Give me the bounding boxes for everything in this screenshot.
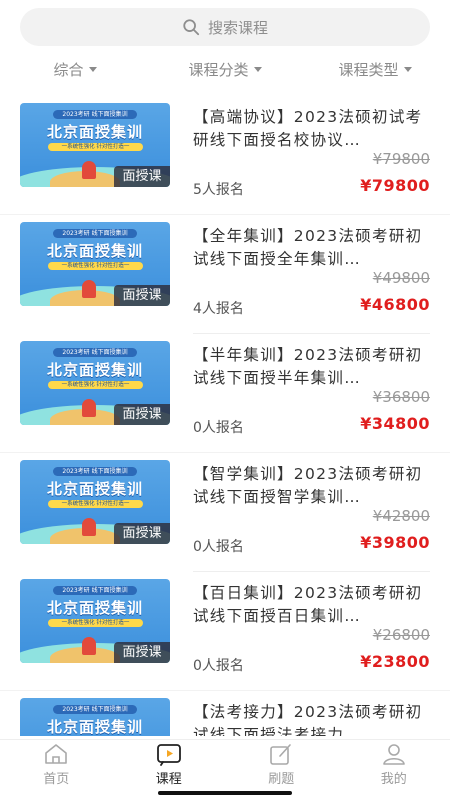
course-list: 2023考研 线下面授集训 北京面授集训 一系统性强化 针对性打造一 面授课 【… <box>0 96 450 736</box>
thumbnail-banner: 2023考研 线下面授集训 <box>53 229 137 238</box>
thumbnail-slogan: 一系统性强化 针对性打造一 <box>48 619 143 627</box>
thumbnail-headline: 北京面授集训 <box>46 123 143 141</box>
filter-comprehensive[interactable]: 综合 <box>0 54 150 84</box>
original-price: ¥36800 <box>372 388 430 406</box>
current-price: ¥23800 <box>360 652 430 671</box>
tab-label: 首页 <box>43 772 70 787</box>
course-title: 【百日集训】2023法硕考研初试线下面授百日集训… <box>193 584 423 625</box>
current-price: ¥46800 <box>360 295 430 314</box>
filter-label: 课程类型 <box>338 60 399 79</box>
thumbnail-banner: 2023考研 线下面授集训 <box>53 348 137 357</box>
thumbnail-headline: 北京面授集训 <box>46 480 143 498</box>
status-bar <box>0 0 450 8</box>
course-type-tag: 面授课 <box>114 523 170 544</box>
course-item[interactable]: 2023考研 线下面授集训 北京面授集训 一系统性强化 针对性打造一 面授课 【… <box>0 691 450 736</box>
course-icon <box>156 744 181 766</box>
search-placeholder: 搜索课程 <box>207 18 268 37</box>
original-price: ¥79800 <box>372 150 430 168</box>
course-thumbnail: 2023考研 线下面授集训 北京面授集训 一系统性强化 针对性打造一 面授课 <box>20 579 170 663</box>
course-thumbnail: 2023考研 线下面授集训 北京面授集训 一系统性强化 针对性打造一 面授课 <box>20 341 170 425</box>
home-indicator <box>158 791 292 795</box>
thumbnail-banner: 2023考研 线下面授集训 <box>53 586 137 595</box>
profile-icon <box>382 744 405 765</box>
enrolled-count: 0人报名 <box>193 420 244 436</box>
thumbnail-slogan: 一系统性强化 针对性打造一 <box>48 381 143 389</box>
course-item[interactable]: 2023考研 线下面授集训 北京面授集训 一系统性强化 针对性打造一 面授课 【… <box>0 572 450 691</box>
course-title: 【半年集训】2023法硕考研初试线下面授半年集训… <box>193 346 423 387</box>
thumbnail-slogan: 一系统性强化 针对性打造一 <box>48 143 143 151</box>
course-type-tag: 面授课 <box>114 404 170 425</box>
course-thumbnail: 2023考研 线下面授集训 北京面授集训 一系统性强化 针对性打造一 面授课 <box>20 222 170 306</box>
tab-home[interactable]: 首页 <box>0 740 113 800</box>
thumbnail-headline: 北京面授集训 <box>46 361 143 379</box>
thumbnail-slogan: 一系统性强化 针对性打造一 <box>48 500 143 508</box>
thumbnail-figure <box>82 399 96 417</box>
thumbnail-figure <box>82 518 96 536</box>
course-type-tag: 面授课 <box>114 166 170 187</box>
thumbnail-headline: 北京面授集训 <box>46 718 143 736</box>
caret-down-icon <box>403 66 412 72</box>
tab-label: 我的 <box>380 772 407 787</box>
course-title: 【高端协议】2023法硕初试考研线下面授名校协议… <box>193 108 423 149</box>
enrolled-count: 0人报名 <box>193 658 244 674</box>
course-title: 【全年集训】2023法硕考研初试线下面授全年集训… <box>193 227 423 268</box>
filter-course-category[interactable]: 课程分类 <box>150 54 300 84</box>
course-type-tag: 面授课 <box>114 285 170 306</box>
thumbnail-banner: 2023考研 线下面授集训 <box>53 467 137 476</box>
current-price: ¥34800 <box>360 414 430 433</box>
thumbnail-banner: 2023考研 线下面授集训 <box>53 705 137 714</box>
filter-course-type[interactable]: 课程类型 <box>300 54 450 84</box>
course-type-tag: 面授课 <box>114 642 170 663</box>
tab-label: 课程 <box>155 772 182 787</box>
current-price: ¥79800 <box>360 176 430 195</box>
thumbnail-figure <box>82 280 96 298</box>
tab-profile[interactable]: 我的 <box>338 740 450 800</box>
enrolled-count: 4人报名 <box>193 301 244 317</box>
course-thumbnail: 2023考研 线下面授集训 北京面授集训 一系统性强化 针对性打造一 面授课 <box>20 103 170 187</box>
filter-label: 综合 <box>53 60 84 79</box>
tab-label: 刷题 <box>268 772 295 787</box>
original-price: ¥26800 <box>372 626 430 644</box>
thumbnail-banner: 2023考研 线下面授集训 <box>53 110 137 119</box>
filter-label: 课程分类 <box>188 60 249 79</box>
thumbnail-figure <box>82 637 96 655</box>
edit-icon <box>270 744 292 765</box>
enrolled-count: 5人报名 <box>193 182 244 198</box>
filter-bar: 综合 课程分类 课程类型 <box>0 54 450 84</box>
original-price: ¥42800 <box>372 507 430 525</box>
course-title: 【法考接力】2023法硕考研初试线下面授法考接力… <box>193 703 423 736</box>
course-item[interactable]: 2023考研 线下面授集训 北京面授集训 一系统性强化 针对性打造一 面授课 【… <box>0 215 450 334</box>
search-icon <box>183 19 200 36</box>
thumbnail-slogan: 一系统性强化 针对性打造一 <box>48 262 143 270</box>
caret-down-icon <box>88 66 97 72</box>
course-item[interactable]: 2023考研 线下面授集训 北京面授集训 一系统性强化 针对性打造一 面授课 【… <box>0 96 450 215</box>
thumbnail-headline: 北京面授集训 <box>46 242 143 260</box>
original-price: ¥49800 <box>372 269 430 287</box>
course-item[interactable]: 2023考研 线下面授集训 北京面授集训 一系统性强化 针对性打造一 面授课 【… <box>0 334 450 453</box>
thumbnail-figure <box>82 161 96 179</box>
thumbnail-headline: 北京面授集训 <box>46 599 143 617</box>
home-icon <box>45 744 68 764</box>
current-price: ¥39800 <box>360 533 430 552</box>
course-thumbnail: 2023考研 线下面授集训 北京面授集训 一系统性强化 针对性打造一 面授课 <box>20 460 170 544</box>
course-item[interactable]: 2023考研 线下面授集训 北京面授集训 一系统性强化 针对性打造一 面授课 【… <box>0 453 450 572</box>
caret-down-icon <box>253 66 262 72</box>
course-title: 【智学集训】2023法硕考研初试线下面授智学集训… <box>193 465 423 506</box>
enrolled-count: 0人报名 <box>193 539 244 555</box>
course-thumbnail: 2023考研 线下面授集训 北京面授集训 一系统性强化 针对性打造一 面授课 <box>20 698 170 736</box>
search-bar[interactable]: 搜索课程 <box>20 8 430 46</box>
